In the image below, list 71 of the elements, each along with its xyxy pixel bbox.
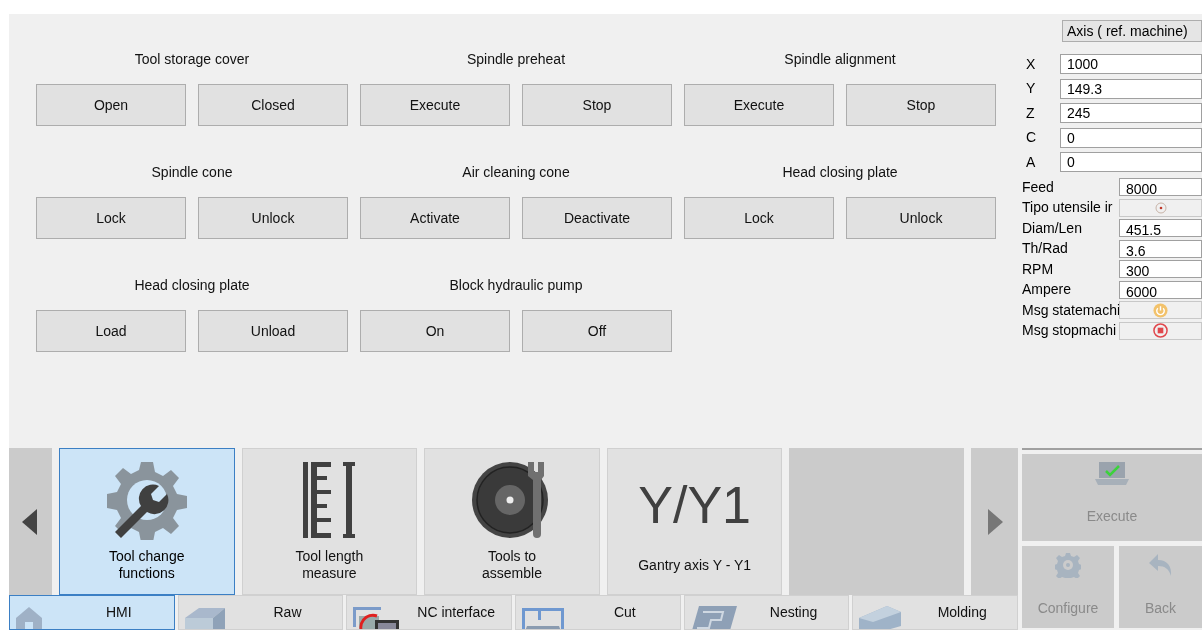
group-title: Air cleaning cone	[461, 163, 571, 182]
param-label: Msg statemachi	[1022, 300, 1119, 320]
action-button[interactable]: Stop	[522, 84, 672, 126]
axis-label: A	[1025, 152, 1037, 172]
param-label: Feed	[1022, 177, 1055, 197]
group-title: Head closing plate	[133, 276, 251, 295]
function-tile[interactable]: Y/Y1 Gantry axis Y - Y1	[606, 448, 783, 595]
tile-caption: Y/Y1	[638, 479, 751, 531]
left-arrow-icon	[22, 508, 39, 535]
param-label: Diam/Len	[1022, 218, 1083, 238]
gear-wrench-icon	[106, 460, 187, 540]
action-button[interactable]: Unload	[198, 310, 348, 352]
action-button[interactable]: Unlock	[846, 197, 996, 239]
action-button[interactable]: Unlock	[198, 197, 348, 239]
coordinate-dropdown[interactable]: Axis ( ref. machine)	[1062, 20, 1202, 42]
axis-value-field[interactable]: 149.3	[1060, 78, 1202, 99]
section-tab[interactable]: HMI	[9, 595, 175, 630]
param-value-field[interactable]: 6000	[1119, 280, 1202, 299]
axis-value-field[interactable]: 245	[1060, 103, 1202, 123]
target-icon	[1154, 201, 1167, 214]
group-title: Head closing plate	[781, 163, 899, 182]
param-value-field[interactable]: 451.5	[1119, 219, 1202, 237]
molding-profile-icon	[857, 603, 904, 629]
action-button[interactable]: On	[360, 310, 510, 352]
action-button[interactable]: Stop	[846, 84, 996, 126]
right-arrow-icon	[986, 508, 1003, 535]
section-tab[interactable]: NC interface	[346, 595, 512, 630]
gear-icon	[1055, 551, 1081, 578]
param-value-field[interactable]: 300	[1119, 260, 1202, 278]
param-label: Ampere	[1022, 280, 1073, 299]
param-label: RPM	[1022, 259, 1055, 279]
stop-icon	[1153, 323, 1168, 338]
action-button[interactable]: Lock	[36, 197, 186, 239]
section-tab[interactable]: Nesting	[683, 595, 850, 630]
scroll-right-button[interactable]	[971, 448, 1018, 595]
axis-label: Z	[1025, 103, 1036, 123]
action-button[interactable]: Off	[522, 310, 672, 352]
param-value-field[interactable]: 3.6	[1119, 239, 1202, 258]
axis-value-field[interactable]: 1000	[1060, 54, 1202, 74]
axis-value-field[interactable]: 0	[1060, 152, 1202, 172]
param-label: Th/Rad	[1022, 239, 1069, 258]
laptop-check-icon	[1095, 459, 1129, 486]
function-tile[interactable]: Tool change functions	[58, 448, 235, 595]
action-button[interactable]: Closed	[198, 84, 348, 126]
scroll-left-button[interactable]	[9, 448, 52, 595]
group-title: Tool storage cover	[133, 50, 251, 69]
group-title: Block hydraulic pump	[448, 276, 584, 295]
action-button[interactable]: Lock	[684, 197, 834, 239]
param-value-field[interactable]: 8000	[1119, 178, 1202, 196]
action-button[interactable]: Execute	[360, 84, 510, 126]
param-label: Msg stopmachi	[1022, 321, 1118, 340]
action-button[interactable]: Load	[36, 310, 186, 352]
action-button[interactable]: Deactivate	[522, 197, 672, 239]
action-button[interactable]: Execute	[684, 84, 834, 126]
action-button[interactable]: Open	[36, 84, 186, 126]
group-title: Spindle cone	[150, 163, 234, 182]
axis-label: C	[1025, 128, 1038, 147]
power-icon	[1153, 302, 1168, 318]
action-button[interactable]: Activate	[360, 197, 510, 239]
param-label: Tipo utensile ir	[1022, 198, 1114, 217]
function-tile[interactable]: Tools to assemble	[424, 448, 600, 595]
function-tile[interactable]: Tool length measure	[241, 448, 418, 595]
section-tab[interactable]: Raw	[177, 595, 344, 630]
group-title: Spindle preheat	[465, 50, 567, 69]
section-tab[interactable]: Cut	[515, 595, 681, 630]
axis-value-field[interactable]: 0	[1060, 127, 1202, 148]
group-title: Spindle alignment	[783, 50, 897, 69]
section-tab[interactable]: Molding	[852, 595, 1019, 630]
axis-label: Y	[1025, 79, 1037, 98]
ruler-icon	[301, 460, 358, 540]
axis-label: X	[1025, 54, 1037, 74]
